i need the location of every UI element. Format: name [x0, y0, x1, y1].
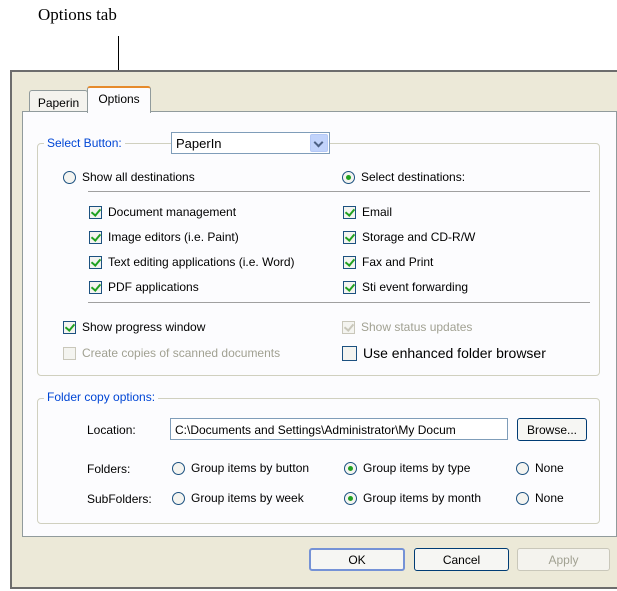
- ok-button[interactable]: OK: [309, 548, 405, 571]
- button-select-value: PaperIn: [176, 136, 222, 151]
- options-divider: [88, 302, 590, 303]
- dest-sti-event-checkbox[interactable]: Sti event forwarding: [343, 280, 468, 294]
- folders-by-button-radio[interactable]: Group items by button: [172, 461, 309, 475]
- checkbox-checked-icon: [89, 280, 102, 294]
- checkbox-checked-icon: [343, 280, 356, 294]
- checkbox-unchecked-icon: [63, 346, 76, 360]
- checkbox-checked-icon: [89, 205, 102, 219]
- checkbox-checked-icon: [343, 230, 356, 244]
- dest-label: Fax and Print: [362, 255, 434, 269]
- location-input[interactable]: C:\Documents and Settings\Administrator\…: [170, 418, 508, 440]
- checkbox-checked-icon: [89, 255, 102, 269]
- dest-label: Storage and CD-R/W: [362, 230, 476, 244]
- tab-options[interactable]: Options: [87, 86, 151, 113]
- subfolders-option-label: Group items by week: [191, 491, 304, 505]
- checkbox-unchecked-icon: [342, 345, 357, 361]
- button-select-dropdown[interactable]: PaperIn: [171, 132, 330, 154]
- radio-on-icon: [344, 491, 357, 505]
- select-destinations-radio[interactable]: Select destinations:: [342, 170, 465, 184]
- dest-storage-checkbox[interactable]: Storage and CD-R/W: [343, 230, 475, 244]
- dest-label: Document management: [108, 205, 237, 219]
- folders-label: Folders:: [87, 462, 131, 476]
- select-destinations-label: Select destinations:: [361, 170, 466, 184]
- radio-off-icon: [63, 170, 76, 184]
- select-button-legend: Select Button:: [44, 136, 125, 150]
- checkbox-checked-icon: [342, 320, 355, 334]
- dest-label: Image editors (i.e. Paint): [108, 230, 239, 244]
- subfolders-none-radio[interactable]: None: [516, 491, 564, 505]
- dest-label: Sti event forwarding: [362, 280, 469, 294]
- dest-pdf-applications-checkbox[interactable]: PDF applications: [89, 280, 199, 294]
- dest-fax-print-checkbox[interactable]: Fax and Print: [343, 255, 433, 269]
- dest-label: Text editing applications (i.e. Word): [108, 255, 295, 269]
- folders-by-type-radio[interactable]: Group items by type: [344, 461, 470, 475]
- subfolders-by-week-radio[interactable]: Group items by week: [172, 491, 304, 505]
- show-progress-window-label: Show progress window: [82, 320, 206, 334]
- checkbox-checked-icon: [63, 320, 76, 334]
- folder-copy-legend: Folder copy options:: [44, 390, 159, 404]
- dest-text-editing-checkbox[interactable]: Text editing applications (i.e. Word): [89, 255, 295, 269]
- folders-option-label: None: [535, 461, 564, 475]
- subfolders-label: SubFolders:: [87, 492, 152, 506]
- checkbox-checked-icon: [343, 255, 356, 269]
- subfolders-option-label: Group items by month: [363, 491, 482, 505]
- radio-on-icon: [344, 461, 357, 475]
- dest-label: Email: [362, 205, 393, 219]
- checkbox-checked-icon: [89, 230, 102, 244]
- dest-document-management-checkbox[interactable]: Document management: [89, 205, 236, 219]
- apply-button[interactable]: Apply: [517, 548, 610, 571]
- show-all-destinations-label: Show all destinations: [82, 170, 195, 184]
- destinations-divider: [88, 191, 590, 192]
- subfolders-option-label: None: [535, 491, 564, 505]
- radio-off-icon: [516, 491, 529, 505]
- chevron-down-icon[interactable]: [310, 134, 328, 152]
- subfolders-by-month-radio[interactable]: Group items by month: [344, 491, 481, 505]
- show-all-destinations-radio[interactable]: Show all destinations: [63, 170, 195, 184]
- cancel-button[interactable]: Cancel: [414, 548, 509, 571]
- show-status-updates-checkbox[interactable]: Show status updates: [342, 320, 472, 334]
- radio-off-icon: [516, 461, 529, 475]
- enhanced-folder-browser-checkbox[interactable]: Use enhanced folder browser: [342, 345, 546, 361]
- callout-label: Options tab: [38, 5, 117, 24]
- location-label: Location:: [87, 423, 136, 437]
- radio-off-icon: [172, 491, 185, 505]
- folders-option-label: Group items by button: [191, 461, 310, 475]
- show-status-updates-label: Show status updates: [361, 320, 473, 334]
- dest-image-editors-checkbox[interactable]: Image editors (i.e. Paint): [89, 230, 239, 244]
- checkbox-checked-icon: [343, 205, 356, 219]
- folders-none-radio[interactable]: None: [516, 461, 564, 475]
- show-progress-window-checkbox[interactable]: Show progress window: [63, 320, 205, 334]
- radio-off-icon: [172, 461, 185, 475]
- create-copies-checkbox[interactable]: Create copies of scanned documents: [63, 346, 280, 360]
- create-copies-label: Create copies of scanned documents: [82, 346, 281, 360]
- browse-button[interactable]: Browse...: [517, 418, 587, 441]
- dest-label: PDF applications: [108, 280, 199, 294]
- enhanced-folder-browser-label: Use enhanced folder browser: [363, 345, 546, 361]
- folders-option-label: Group items by type: [363, 461, 471, 475]
- dest-email-checkbox[interactable]: Email: [343, 205, 392, 219]
- tab-paperin[interactable]: Paperin: [29, 90, 88, 113]
- radio-on-icon: [342, 170, 355, 184]
